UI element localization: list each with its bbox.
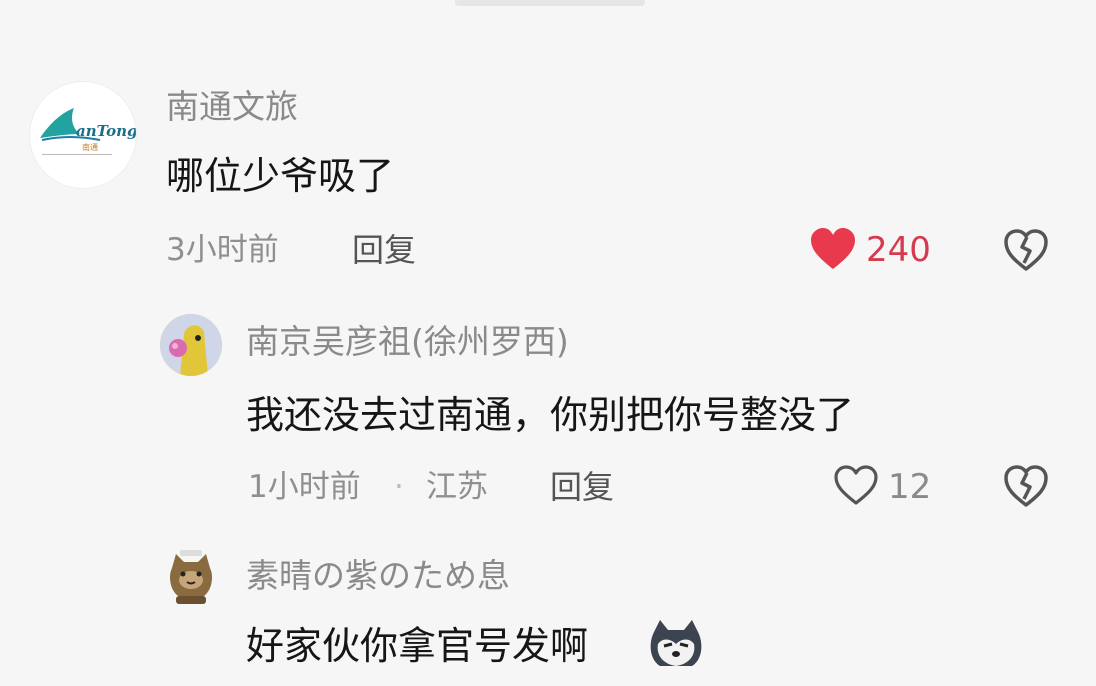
comment-text: 好家伙你拿官号发啊	[246, 624, 589, 668]
like-count: 12	[888, 467, 932, 507]
nantong-logo-icon: anTong 南通	[40, 108, 136, 155]
avatar-user[interactable]	[160, 546, 222, 608]
avatar-nantong[interactable]: anTong 南通	[30, 82, 136, 188]
broken-heart-icon	[1004, 229, 1048, 271]
dislike-button[interactable]	[1000, 460, 1052, 512]
svg-text:anTong: anTong	[76, 122, 136, 140]
husky-emoji-icon	[648, 618, 704, 672]
comment-section: anTong 南通 南通文旅 哪位少爷吸了 3小时前 回复 240 南京吴彦祖(…	[0, 0, 1096, 686]
avatar-user[interactable]	[160, 314, 222, 376]
comment-author[interactable]: 素晴の紫のため息	[246, 556, 510, 596]
meta-separator: ·	[394, 469, 404, 505]
comment-author[interactable]: 南京吴彦祖(徐州罗西)	[246, 322, 569, 362]
heart-outline-icon	[834, 465, 878, 505]
reply-button[interactable]: 回复	[352, 230, 416, 270]
reply-button[interactable]: 回复	[550, 467, 614, 507]
top-bar-remnant	[455, 0, 645, 6]
cat-avatar-icon	[161, 547, 221, 607]
dislike-button[interactable]	[1000, 224, 1052, 276]
comment-location: 江苏	[426, 469, 488, 505]
like-button[interactable]	[832, 462, 880, 508]
like-button[interactable]	[808, 226, 858, 272]
svg-text:南通: 南通	[82, 142, 98, 152]
comment-text: 我还没去过南通，你别把你号整没了	[246, 393, 855, 437]
comment-text: 哪位少爷吸了	[166, 154, 395, 198]
heart-filled-icon	[811, 228, 855, 269]
broken-heart-icon	[1004, 465, 1048, 507]
cartoon-avatar-icon	[160, 314, 222, 376]
comment-time: 1小时前	[248, 469, 361, 505]
like-count: 240	[866, 230, 931, 270]
comment-author[interactable]: 南通文旅	[166, 87, 298, 127]
comment-time: 3小时前	[166, 232, 279, 268]
